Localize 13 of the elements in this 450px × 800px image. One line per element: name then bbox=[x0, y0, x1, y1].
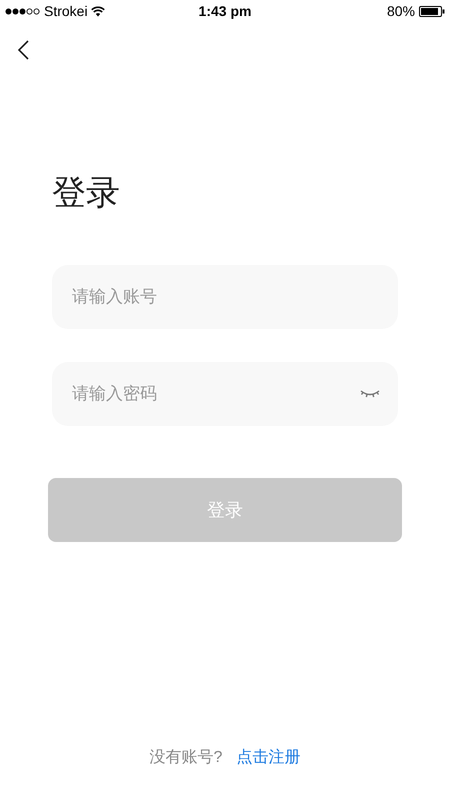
no-account-prompt: 没有账号? bbox=[150, 748, 222, 768]
password-field[interactable]: 请输入密码 bbox=[52, 362, 398, 426]
signal-icon bbox=[5, 8, 41, 14]
page-title: 登录 bbox=[52, 173, 121, 213]
wifi-icon bbox=[90, 6, 105, 16]
clock-time: 1:43 pm bbox=[198, 2, 252, 21]
register-link[interactable]: 点击注册 bbox=[236, 746, 300, 770]
carrier-name: Strokei bbox=[44, 2, 88, 20]
account-field[interactable]: 请输入账号 bbox=[52, 265, 398, 329]
battery-icon bbox=[419, 6, 446, 16]
back-icon[interactable] bbox=[17, 40, 29, 60]
battery-percent: 80% bbox=[386, 2, 416, 20]
closed-eye-icon[interactable] bbox=[360, 389, 380, 399]
